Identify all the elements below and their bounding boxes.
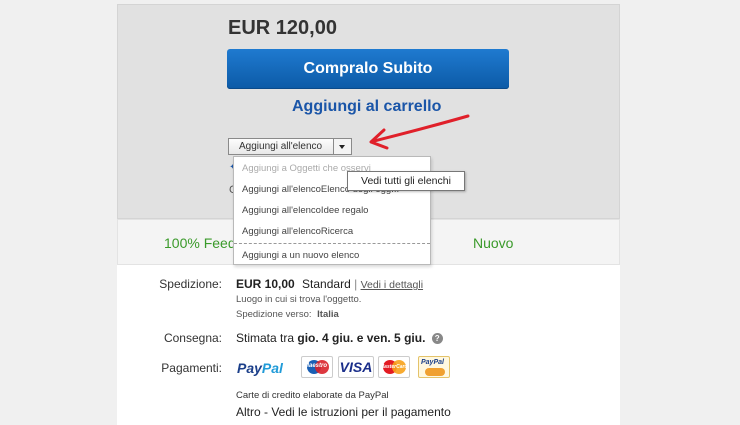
help-icon[interactable]: ?: [431, 333, 443, 345]
paypal-credit-logo: PayPal: [418, 356, 450, 378]
add-to-list-dropdown[interactable]: Aggiungi all'elenco: [228, 138, 352, 155]
shipping-label: Spedizione:: [159, 277, 222, 291]
menu-item-gift-ideas[interactable]: Aggiungi all'elencoIdee regalo: [242, 205, 368, 216]
tooltip: Vedi tutti gli elenchi: [347, 171, 465, 191]
ship-to-label: Spedizione verso:: [236, 309, 312, 320]
paypal-logo: PayPal: [237, 360, 283, 376]
ship-to-value: Italia: [317, 309, 339, 320]
other-payment-instructions: Altro - Vedi le istruzioni per il pagame…: [236, 405, 451, 419]
payments-label: Pagamenti:: [161, 361, 222, 375]
ship-to-row: Spedizione verso: Italia: [236, 309, 339, 320]
red-arrow-annotation: [369, 114, 470, 150]
item-price: EUR 120,00: [228, 17, 337, 39]
delivery-row: Stimata tra gio. 4 giu. e ven. 5 giu. ?: [236, 331, 443, 345]
mastercard-logo: MasterCard: [378, 356, 410, 378]
visa-logo: VISA: [338, 356, 374, 378]
delivery-label: Consegna:: [163, 331, 222, 345]
shipping-row: EUR 10,00 Standard | Vedi i dettagli: [236, 277, 424, 291]
buy-now-button[interactable]: Compralo Subito: [227, 49, 509, 89]
add-to-list-label: Aggiungi all'elenco: [239, 141, 323, 152]
menu-item-search[interactable]: Aggiungi all'elencoRicerca: [242, 226, 353, 237]
item-condition: Nuovo: [473, 235, 514, 251]
cards-note: Carte di credito elaborate da PayPal: [236, 390, 389, 401]
menu-item-new-list[interactable]: Aggiungi a un nuovo elenco: [242, 250, 359, 261]
shipping-details-link[interactable]: Vedi i dettagli: [361, 279, 423, 291]
chevron-down-icon[interactable]: [333, 139, 351, 154]
item-location: Luogo in cui si trova l'oggetto.: [236, 294, 362, 305]
menu-divider: [234, 243, 430, 244]
shipping-price: EUR 10,00: [236, 277, 295, 291]
shipping-method: Standard: [302, 277, 351, 291]
delivery-dates: gio. 4 giu. e ven. 5 giu.: [297, 331, 426, 345]
maestro-logo: Maestro: [301, 356, 333, 378]
feedback-score: 100% Feed: [164, 235, 236, 251]
delivery-prefix: Stimata tra: [236, 331, 295, 345]
